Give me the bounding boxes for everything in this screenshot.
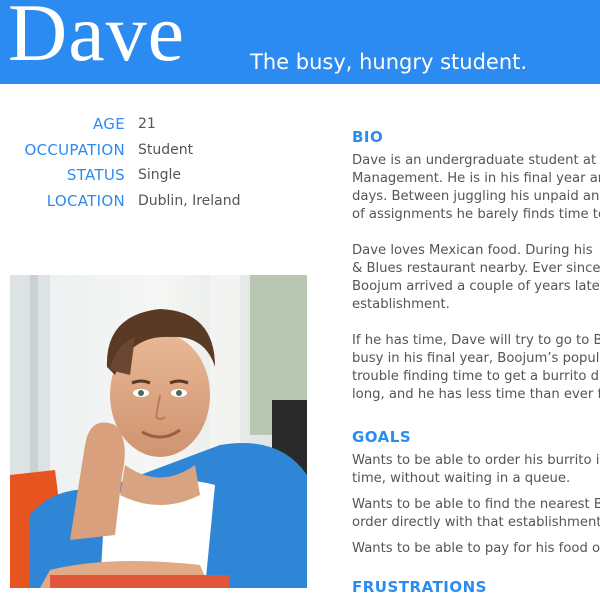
text-line: & Blues restaurant nearby. Ever since t: [352, 261, 600, 276]
fact-value: Student: [138, 141, 194, 158]
text-line: Boojum arrived a couple of years later: [352, 279, 600, 294]
text-line: order directly with that establishment.: [352, 515, 600, 530]
fact-value: 21: [138, 116, 156, 132]
text-line: long, and he has less time than ever fo: [352, 387, 600, 402]
text-line: Wants to be able to pay for his food or: [352, 541, 600, 556]
content-column: BIO Dave is an undergraduate student at …: [352, 128, 600, 602]
section-title-bio: BIO: [352, 128, 384, 146]
persona-facts: AGE 21 OCCUPATION Student STATUS Single …: [0, 115, 330, 217]
bio-paragraph: Dave is an undergraduate student at D Ma…: [352, 152, 600, 224]
fact-label: OCCUPATION: [24, 140, 125, 159]
goal-item: Wants to be able to order his burrito in…: [352, 452, 600, 488]
fact-label: LOCATION: [46, 191, 125, 210]
header-banner: Dave The busy, hungry student.: [0, 0, 600, 84]
text-line: time, without waiting in a queue.: [352, 471, 571, 486]
fact-row-occupation: OCCUPATION Student: [0, 141, 330, 167]
text-line: of assignments he barely finds time to: [352, 207, 600, 222]
fact-label: STATUS: [66, 166, 125, 184]
section-title-frustrations: FRUSTRATIONS: [352, 578, 487, 596]
text-line: Wants to be able to find the nearest Bo: [352, 497, 600, 512]
text-line: trouble finding time to get a burrito du: [352, 369, 600, 384]
text-line: Dave loves Mexican food. During his: [352, 243, 593, 258]
section-title-goals: GOALS: [352, 428, 412, 446]
text-line: Wants to be able to order his burrito in: [352, 453, 600, 468]
text-line: If he has time, Dave will try to go to B…: [352, 333, 600, 348]
fact-row-age: AGE 21: [0, 115, 330, 141]
bio-paragraph: If he has time, Dave will try to go to B…: [352, 332, 600, 404]
persona-photo: [10, 275, 307, 588]
goal-item: Wants to be able to pay for his food or: [352, 540, 600, 558]
goal-item: Wants to be able to find the nearest Bo …: [352, 496, 600, 532]
persona-photo-illustration: [10, 275, 307, 588]
fact-row-status: STATUS Single: [0, 166, 330, 192]
text-line: Management. He is in his final year ar: [352, 171, 600, 186]
fact-value: Dublin, Ireland: [138, 192, 241, 209]
text-line: days. Between juggling his unpaid and: [352, 189, 600, 204]
text-line: establishment.: [352, 297, 450, 312]
text-line: Dave is an undergraduate student at D: [352, 153, 600, 168]
bio-paragraph: Dave loves Mexican food. During his & Bl…: [352, 242, 600, 314]
text-line: busy in his final year, Boojum’s popula: [352, 351, 600, 366]
fact-row-location: LOCATION Dublin, Ireland: [0, 192, 330, 218]
fact-value: Single: [138, 167, 182, 183]
fact-label: AGE: [93, 115, 125, 133]
persona-tagline: The busy, hungry student.: [250, 50, 528, 74]
persona-name: Dave: [8, 0, 186, 78]
